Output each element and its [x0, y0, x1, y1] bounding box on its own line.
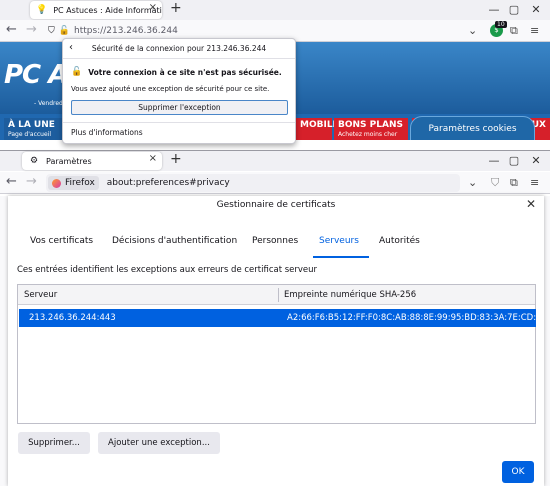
menu-mobile[interactable]: MOBILE [296, 118, 339, 140]
close-tab-icon[interactable]: × [149, 153, 157, 164]
chevron-down-icon[interactable]: ⌄ [468, 24, 477, 37]
maximize-icon[interactable]: ▢ [506, 3, 522, 16]
bottom-nav-bar: ← → Firefox about:preferences#privacy ⌄ … [0, 172, 550, 194]
close-window-icon[interactable]: ✕ [528, 3, 544, 16]
url-bar[interactable]: Firefox about:preferences#privacy [46, 174, 460, 192]
close-dialog-icon[interactable]: ✕ [526, 197, 536, 211]
tab-personnes[interactable]: Personnes [252, 236, 298, 246]
lightbulb-icon: 💡 [36, 5, 48, 15]
tab-title: PC Astuces : Aide Informatique [53, 5, 162, 15]
gear-icon: ⚙ [29, 156, 39, 166]
table-row[interactable]: 213.246.36.244:443 A2:66:F6:B5:12:FF:F0:… [19, 309, 536, 327]
identity-box[interactable]: Firefox [48, 176, 99, 190]
tab-title: Paramètres [46, 156, 92, 166]
insecure-warning: 🔓 Votre connexion à ce site n'est pas sé… [71, 67, 282, 77]
menu-a-la-une-label: À LA UNE [8, 120, 55, 130]
table-header [18, 285, 535, 305]
url-text: https://213.246.36.244 [73, 26, 178, 36]
connection-security-popup: ‹ Sécurité de la connexion pour 213.246.… [62, 38, 296, 144]
tab-pc-astuces[interactable]: 💡 PC Astuces : Aide Informatique × [30, 1, 162, 19]
servers-description: Ces entrées identifient les exceptions a… [17, 265, 318, 275]
menu-a-la-une-sub: Page d'accueil [8, 131, 51, 138]
column-separator[interactable] [278, 288, 279, 302]
top-tab-bar: 💡 PC Astuces : Aide Informatique × + — ▢… [0, 0, 550, 20]
ok-button[interactable]: OK [502, 461, 534, 483]
date-text: - Vendredi [34, 100, 65, 107]
firefox-logo-icon [52, 178, 61, 188]
close-window-icon[interactable]: ✕ [528, 154, 544, 167]
popup-title: Sécurité de la connexion pour 213.246.36… [91, 44, 267, 53]
tab-parametres[interactable]: ⚙ Paramètres × [22, 152, 162, 170]
new-tab-button[interactable]: + [170, 151, 182, 167]
popup-header: ‹ Sécurité de la connexion pour 213.246.… [63, 39, 295, 59]
column-header-server[interactable]: Serveur [24, 285, 57, 305]
minimize-icon[interactable]: — [486, 3, 502, 16]
bottom-tab-bar: ⚙ Paramètres × + — ▢ ✕ [0, 151, 550, 171]
back-arrow-icon[interactable]: ← [6, 22, 17, 37]
delete-button[interactable]: Supprimer... [18, 432, 90, 454]
menu-bons-plans[interactable]: BONS PLANS Achetez moins cher [334, 118, 408, 140]
menu-bons-plans-label: BONS PLANS [338, 120, 403, 130]
extension-badge: 10 [495, 21, 507, 28]
warning-lock-icon: 🔓 [71, 67, 83, 77]
maximize-icon[interactable]: ▢ [506, 154, 522, 167]
column-header-fingerprint[interactable]: Empreinte numérique SHA-256 [284, 285, 416, 305]
exception-info: Vous avez ajouté une exception de sécuri… [71, 85, 270, 93]
puzzle-icon[interactable]: ⧉ [510, 176, 518, 190]
url-text: about:preferences#privacy [106, 178, 230, 188]
back-arrow-icon[interactable]: ← [6, 174, 17, 189]
certificate-manager-dialog: Gestionnaire de certificats ✕ Vos certif… [8, 196, 544, 486]
forward-arrow-icon[interactable]: → [26, 174, 37, 189]
chevron-down-icon[interactable]: ⌄ [468, 176, 477, 189]
shield-extension-icon[interactable]: ⛉ [491, 176, 499, 190]
puzzle-icon[interactable]: ⧉ [510, 24, 518, 38]
active-tab-indicator [313, 256, 369, 258]
more-info-link[interactable]: Plus d'informations [71, 128, 143, 137]
menu-icon[interactable]: ≡ [530, 176, 539, 189]
row-fingerprint: A2:66:F6:B5:12:FF:F0:8C:AB:88:8E:99:95:B… [287, 313, 536, 323]
tab-autorites[interactable]: Autorités [379, 236, 420, 246]
tab-vos-certificats[interactable]: Vos certificats [30, 236, 93, 246]
servers-table[interactable]: Serveur Empreinte numérique SHA-256 213.… [17, 284, 536, 424]
close-tab-icon[interactable]: × [149, 2, 157, 13]
dialog-title: Gestionnaire de certificats [216, 200, 336, 210]
remove-exception-button[interactable]: Supprimer l'exception [71, 100, 288, 115]
cookie-settings-button[interactable]: Paramètres cookies [410, 116, 535, 140]
menu-icon[interactable]: ≡ [530, 24, 539, 37]
new-tab-button[interactable]: + [170, 0, 182, 16]
row-server: 213.246.36.244:443 [29, 313, 116, 323]
popup-divider [63, 122, 295, 123]
warning-text: Votre connexion à ce site n'est pas sécu… [88, 67, 282, 77]
identity-label: Firefox [65, 178, 95, 188]
menu-mobile-label: MOBILE [300, 120, 339, 130]
menu-a-la-une[interactable]: À LA UNE Page d'accueil [4, 118, 62, 140]
forward-arrow-icon[interactable]: → [26, 22, 37, 37]
menu-bons-plans-sub: Achetez moins cher [338, 131, 398, 138]
shield-icon[interactable]: ⛉ [48, 26, 55, 36]
tab-decisions[interactable]: Décisions d'authentification [112, 236, 237, 246]
insecure-lock-icon[interactable]: 🔓 [59, 26, 70, 36]
tab-serveurs[interactable]: Serveurs [319, 236, 359, 246]
add-exception-button[interactable]: Ajouter une exception... [98, 432, 220, 454]
minimize-icon[interactable]: — [486, 154, 502, 167]
back-chevron-icon[interactable]: ‹ [69, 42, 73, 53]
